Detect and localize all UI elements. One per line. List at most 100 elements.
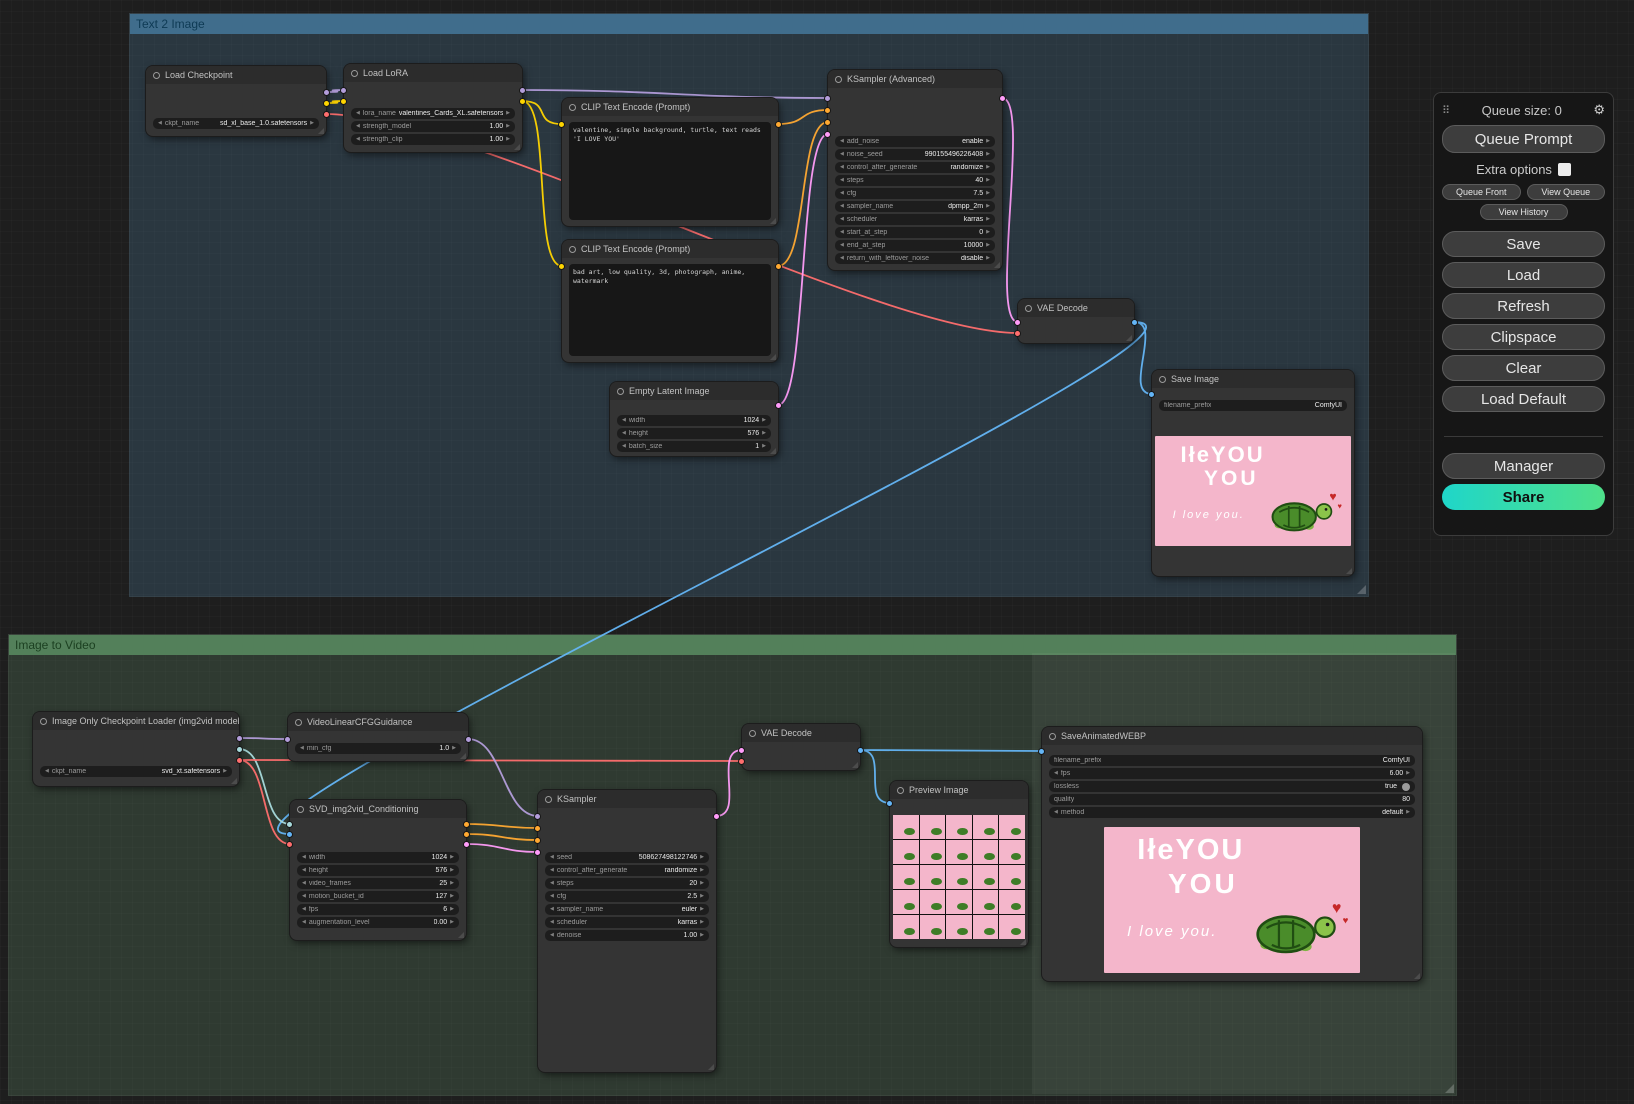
increment-arrow-icon[interactable]: ▶ [700, 868, 704, 873]
collapse-dot-icon[interactable] [569, 104, 576, 111]
node-titlebar[interactable]: Image Only Checkpoint Loader (img2vid mo… [33, 712, 239, 730]
vae-output-slot[interactable] [236, 757, 243, 764]
widget-sampler_name[interactable]: ◀sampler_namedpmpp_2m▶ [835, 201, 995, 212]
prompt-textarea[interactable]: bad art, low quality, 3d, photograph, an… [569, 264, 771, 356]
increment-arrow-icon[interactable]: ▶ [1406, 771, 1410, 776]
widget-video_frames[interactable]: ◀video_frames25▶ [297, 878, 459, 889]
widget-motion_bucket_id[interactable]: ◀motion_bucket_id127▶ [297, 891, 459, 902]
decrement-arrow-icon[interactable]: ◀ [302, 881, 306, 886]
decrement-arrow-icon[interactable]: ◀ [1054, 771, 1058, 776]
refresh-button[interactable]: Refresh [1442, 293, 1605, 319]
increment-arrow-icon[interactable]: ▶ [700, 855, 704, 860]
increment-arrow-icon[interactable]: ▶ [450, 881, 454, 886]
increment-arrow-icon[interactable]: ▶ [986, 178, 990, 183]
share-button[interactable]: Share [1442, 484, 1605, 510]
node-titlebar[interactable]: Save Image [1152, 370, 1354, 388]
image-input-slot[interactable] [286, 831, 293, 838]
latent-input-slot[interactable] [738, 747, 745, 754]
increment-arrow-icon[interactable]: ▶ [700, 933, 704, 938]
decrement-arrow-icon[interactable]: ◀ [550, 920, 554, 925]
collapse-dot-icon[interactable] [40, 718, 47, 725]
conditioning-input-slot[interactable] [534, 825, 541, 832]
collapse-dot-icon[interactable] [295, 719, 302, 726]
widget-cfg[interactable]: ◀cfg7.5▶ [835, 188, 995, 199]
increment-arrow-icon[interactable]: ▶ [506, 137, 510, 142]
increment-arrow-icon[interactable]: ▶ [450, 920, 454, 925]
decrement-arrow-icon[interactable]: ◀ [622, 431, 626, 436]
collapse-dot-icon[interactable] [297, 806, 304, 813]
collapse-dot-icon[interactable] [897, 787, 904, 794]
node-titlebar[interactable]: CLIP Text Encode (Prompt) [562, 98, 778, 116]
queue-prompt-button[interactable]: Queue Prompt [1442, 125, 1605, 153]
increment-arrow-icon[interactable]: ▶ [506, 124, 510, 129]
increment-arrow-icon[interactable]: ▶ [450, 855, 454, 860]
conditioning-output-slot[interactable] [775, 263, 782, 270]
widget-lossless[interactable]: losslesstrue [1049, 781, 1415, 792]
decrement-arrow-icon[interactable]: ◀ [1054, 810, 1058, 815]
latent-output-slot[interactable] [463, 841, 470, 848]
toggle-knob[interactable] [1402, 783, 1410, 791]
node-svd-img2vid-conditioning[interactable]: SVD_img2vid_Conditioning◀width1024▶◀heig… [290, 800, 466, 940]
decrement-arrow-icon[interactable]: ◀ [302, 868, 306, 873]
clip_vision-output-slot[interactable] [236, 746, 243, 753]
widget-scheduler[interactable]: ◀schedulerkarras▶ [545, 917, 709, 928]
collapse-dot-icon[interactable] [569, 246, 576, 253]
collapse-dot-icon[interactable] [749, 730, 756, 737]
decrement-arrow-icon[interactable]: ◀ [550, 855, 554, 860]
image-output-slot[interactable] [857, 747, 864, 754]
decrement-arrow-icon[interactable]: ◀ [550, 894, 554, 899]
latent-input-slot[interactable] [824, 131, 831, 138]
widget-min_cfg[interactable]: ◀min_cfg1.0▶ [295, 743, 461, 754]
settings-gear-icon[interactable]: ⚙ [1593, 102, 1605, 118]
decrement-arrow-icon[interactable]: ◀ [840, 204, 844, 209]
collapse-dot-icon[interactable] [1025, 305, 1032, 312]
node-vae-decode-video[interactable]: VAE Decode [742, 724, 860, 770]
widget-add_noise[interactable]: ◀add_noiseenable▶ [835, 136, 995, 147]
widget-strength_model[interactable]: ◀strength_model1.00▶ [351, 121, 515, 132]
node-titlebar[interactable]: Empty Latent Image [610, 382, 778, 400]
drag-handle-icon[interactable]: ⠿ [1442, 104, 1450, 117]
widget-steps[interactable]: ◀steps20▶ [545, 878, 709, 889]
prompt-textarea[interactable]: valentine, simple background, turtle, te… [569, 122, 771, 220]
increment-arrow-icon[interactable]: ▶ [700, 881, 704, 886]
increment-arrow-icon[interactable]: ▶ [700, 894, 704, 899]
node-titlebar[interactable]: KSampler (Advanced) [828, 70, 1002, 88]
increment-arrow-icon[interactable]: ▶ [450, 868, 454, 873]
increment-arrow-icon[interactable]: ▶ [986, 256, 990, 261]
conditioning-input-slot[interactable] [824, 119, 831, 126]
clip-input-slot[interactable] [340, 98, 347, 105]
node-image-only-checkpoint-loader[interactable]: Image Only Checkpoint Loader (img2vid mo… [33, 712, 239, 786]
increment-arrow-icon[interactable]: ▶ [700, 920, 704, 925]
collapse-dot-icon[interactable] [617, 388, 624, 395]
increment-arrow-icon[interactable]: ▶ [762, 431, 766, 436]
extra-options-checkbox[interactable] [1558, 163, 1571, 176]
collapse-dot-icon[interactable] [1049, 733, 1056, 740]
widget-batch_size[interactable]: ◀batch_size1▶ [617, 441, 771, 452]
increment-arrow-icon[interactable]: ▶ [986, 139, 990, 144]
group-header-image2video[interactable]: Image to Video [9, 635, 1456, 655]
widget-start_at_step[interactable]: ◀start_at_step0▶ [835, 227, 995, 238]
conditioning-input-slot[interactable] [534, 837, 541, 844]
widget-ckpt_name[interactable]: ◀ckpt_namesd_xl_base_1.0.safetensors▶ [153, 118, 319, 129]
collapse-dot-icon[interactable] [351, 70, 358, 77]
widget-lora_name[interactable]: ◀lora_namevalentines_Cards_XL.safetensor… [351, 108, 515, 119]
conditioning-input-slot[interactable] [824, 107, 831, 114]
decrement-arrow-icon[interactable]: ◀ [840, 139, 844, 144]
clipspace-button[interactable]: Clipspace [1442, 324, 1605, 350]
widget-width[interactable]: ◀width1024▶ [617, 415, 771, 426]
widget-return_with_leftover_noise[interactable]: ◀return_with_leftover_noisedisable▶ [835, 253, 995, 264]
decrement-arrow-icon[interactable]: ◀ [840, 217, 844, 222]
node-titlebar[interactable]: VideoLinearCFGGuidance [288, 713, 468, 731]
decrement-arrow-icon[interactable]: ◀ [302, 894, 306, 899]
conditioning-output-slot[interactable] [463, 831, 470, 838]
widget-scheduler[interactable]: ◀schedulerkarras▶ [835, 214, 995, 225]
increment-arrow-icon[interactable]: ▶ [986, 243, 990, 248]
decrement-arrow-icon[interactable]: ◀ [840, 256, 844, 261]
node-titlebar[interactable]: VAE Decode [1018, 299, 1134, 317]
widget-height[interactable]: ◀height576▶ [297, 865, 459, 876]
decrement-arrow-icon[interactable]: ◀ [550, 881, 554, 886]
model-input-slot[interactable] [534, 813, 541, 820]
node-titlebar[interactable]: CLIP Text Encode (Prompt) [562, 240, 778, 258]
decrement-arrow-icon[interactable]: ◀ [300, 746, 304, 751]
vae-input-slot[interactable] [1014, 330, 1021, 337]
